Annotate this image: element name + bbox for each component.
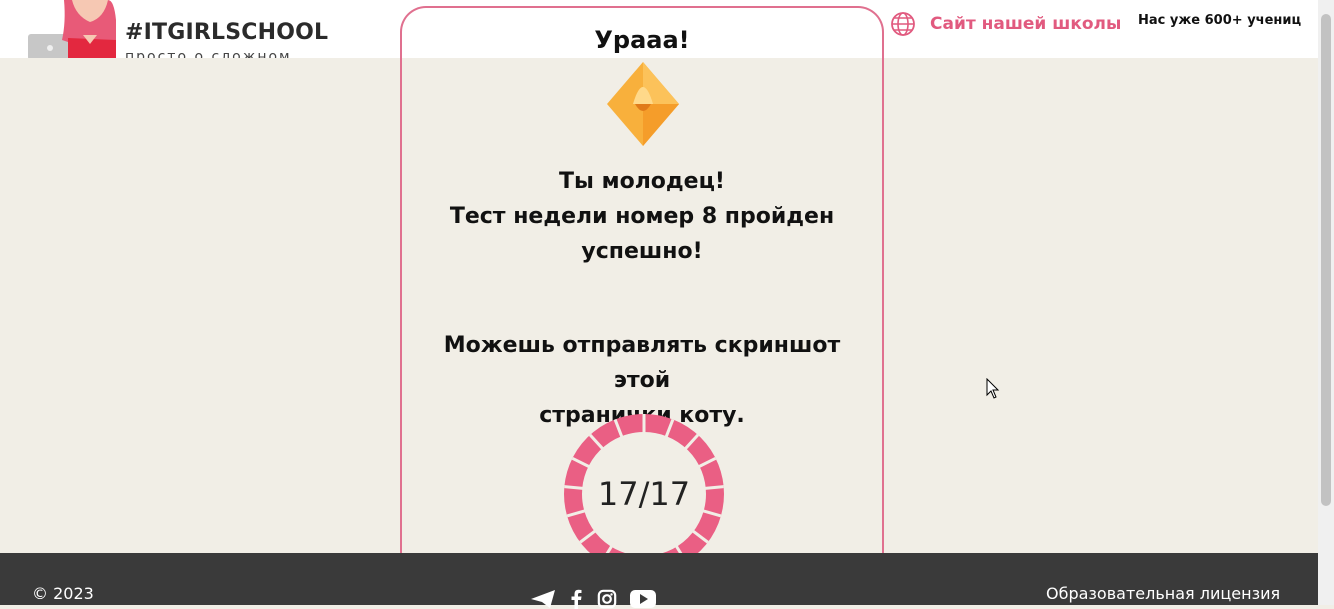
success-line-3: успешно! xyxy=(581,239,703,264)
girl-illustration xyxy=(28,0,116,58)
instagram-icon[interactable] xyxy=(596,589,618,609)
logo-title: #ITGIRLSCHOOL xyxy=(125,20,328,45)
globe-icon xyxy=(891,12,915,36)
page-scrollbar[interactable] xyxy=(1318,0,1334,605)
license-link[interactable]: Образовательная лицензия xyxy=(1046,584,1280,603)
success-line-2: Тест недели номер 8 пройден xyxy=(449,204,835,229)
school-site-link[interactable]: Сайт нашей школы xyxy=(890,10,1121,38)
success-line-1: Ты молодец! xyxy=(559,169,725,194)
score-value: 17/17 xyxy=(597,475,691,513)
logo[interactable]: #ITGIRLSCHOOL просто о сложном xyxy=(28,0,328,58)
success-message: Ты молодец! Тест недели номер 8 пройден … xyxy=(422,164,862,269)
facebook-icon[interactable] xyxy=(568,589,584,609)
youtube-icon[interactable] xyxy=(630,589,656,609)
school-site-label: Сайт нашей школы xyxy=(930,14,1122,34)
social-links xyxy=(530,589,656,609)
copyright: © 2023 xyxy=(32,584,94,603)
crystal-icon xyxy=(607,62,679,146)
scrollbar-thumb[interactable] xyxy=(1321,14,1331,506)
logo-subtitle: просто о сложном xyxy=(125,49,292,58)
telegram-icon[interactable] xyxy=(530,589,556,609)
mouse-cursor-icon xyxy=(986,378,1000,399)
site-footer: © 2023 Образовательная лицензия xyxy=(0,553,1318,609)
students-count: Нас уже 600+ учениц xyxy=(1138,13,1302,28)
result-card: Урааа! Ты молодец! Тест недели номер 8 п… xyxy=(400,6,884,574)
screenshot-line-1: Можешь отправлять скриншот этой xyxy=(443,333,841,393)
card-title: Урааа! xyxy=(594,26,690,54)
